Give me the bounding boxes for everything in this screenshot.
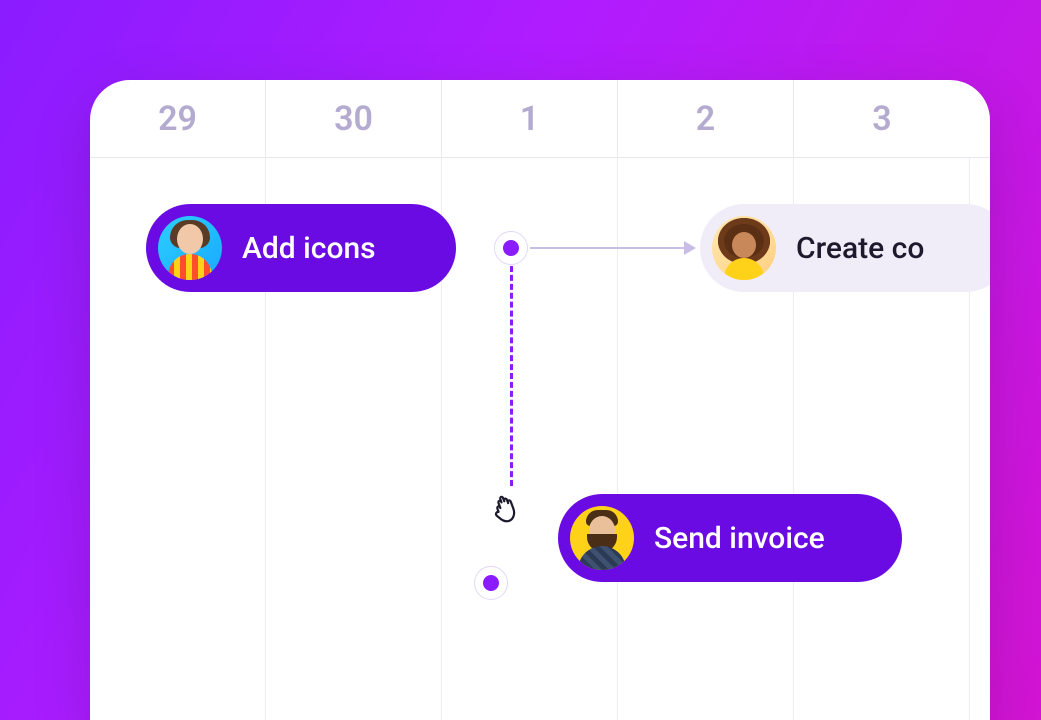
dependency-handle[interactable] bbox=[494, 231, 528, 265]
dependency-dot-icon bbox=[503, 240, 519, 256]
timeline-panel: 29 30 1 2 3 Add icons bbox=[90, 80, 990, 720]
task-label: Send invoice bbox=[654, 521, 825, 556]
dependency-drag-line bbox=[510, 266, 513, 486]
task-add-icons[interactable]: Add icons bbox=[146, 204, 456, 292]
day-header-30[interactable]: 30 bbox=[266, 80, 442, 157]
task-send-invoice[interactable]: Send invoice bbox=[558, 494, 902, 582]
day-header-3[interactable]: 3 bbox=[794, 80, 970, 157]
dependency-arrow-icon bbox=[530, 247, 694, 249]
task-label: Add icons bbox=[242, 231, 376, 266]
task-label: Create co bbox=[796, 231, 924, 266]
grab-cursor-icon bbox=[486, 486, 526, 526]
avatar bbox=[570, 506, 634, 570]
avatar bbox=[158, 216, 222, 280]
timeline-grid[interactable]: Add icons Create co bbox=[90, 158, 990, 720]
grid-col bbox=[442, 158, 618, 720]
day-header-2[interactable]: 2 bbox=[618, 80, 794, 157]
task-create[interactable]: Create co bbox=[700, 204, 990, 292]
avatar bbox=[712, 216, 776, 280]
day-header-29[interactable]: 29 bbox=[90, 80, 266, 157]
dependency-handle[interactable] bbox=[474, 566, 508, 600]
app-background: 29 30 1 2 3 Add icons bbox=[0, 0, 1041, 720]
day-header-row: 29 30 1 2 3 bbox=[90, 80, 990, 158]
dependency-dot-icon bbox=[483, 575, 499, 591]
day-header-1[interactable]: 1 bbox=[442, 80, 618, 157]
